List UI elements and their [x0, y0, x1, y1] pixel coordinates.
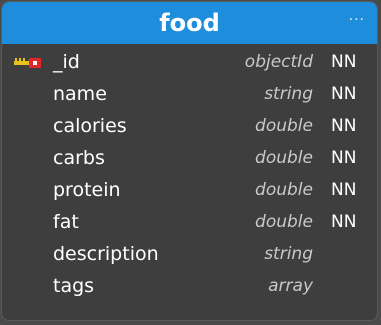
- field-name: _id: [53, 51, 80, 73]
- field-name: name: [53, 83, 107, 105]
- field-row[interactable]: name string NN: [2, 78, 377, 110]
- field-type: double: [255, 212, 313, 232]
- field-type: array: [268, 276, 313, 296]
- not-null-flag: NN: [331, 148, 357, 168]
- not-null-flag: NN: [331, 212, 357, 232]
- not-null-flag: NN: [331, 180, 357, 200]
- field-name: protein: [53, 179, 121, 201]
- field-row[interactable]: calories double NN: [2, 110, 377, 142]
- not-null-flag: NN: [331, 84, 357, 104]
- not-null-flag: NN: [331, 116, 357, 136]
- field-row[interactable]: tags array: [2, 270, 377, 302]
- collection-title: food: [159, 9, 220, 37]
- key-icon: [14, 58, 41, 68]
- field-name: tags: [53, 275, 95, 297]
- field-type: double: [255, 180, 313, 200]
- field-type: double: [255, 148, 313, 168]
- field-type: objectId: [244, 52, 313, 72]
- field-row[interactable]: _id objectId NN: [2, 46, 377, 78]
- field-row[interactable]: fat double NN: [2, 206, 377, 238]
- field-name: carbs: [53, 147, 105, 169]
- field-name: calories: [53, 115, 127, 137]
- field-row[interactable]: carbs double NN: [2, 142, 377, 174]
- field-name: fat: [53, 211, 79, 233]
- field-type: double: [255, 116, 313, 136]
- field-list: _id objectId NN name string NN calories …: [2, 46, 377, 302]
- not-null-flag: NN: [331, 52, 357, 72]
- field-type: string: [264, 244, 313, 264]
- field-type: string: [264, 84, 313, 104]
- collection-card[interactable]: food ··· _id objectId NN name string NN: [1, 1, 378, 321]
- field-row[interactable]: protein double NN: [2, 174, 377, 206]
- field-name: description: [53, 243, 159, 265]
- ellipsis-icon[interactable]: ···: [349, 12, 365, 28]
- collection-header[interactable]: food ···: [2, 2, 377, 44]
- field-row[interactable]: description string: [2, 238, 377, 270]
